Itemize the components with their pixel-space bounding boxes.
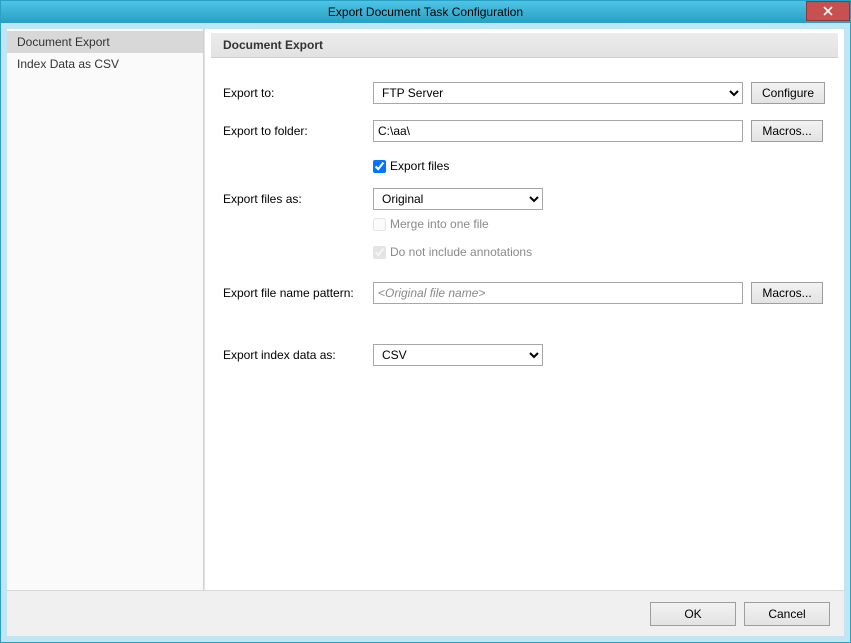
sidebar-item-label: Document Export bbox=[17, 35, 110, 49]
select-index-data[interactable]: CSV bbox=[373, 344, 543, 366]
row-pattern: Export file name pattern: Macros... bbox=[223, 282, 826, 304]
dialog-window: Export Document Task Configuration Docum… bbox=[0, 0, 851, 643]
sidebar-item-document-export[interactable]: Document Export bbox=[7, 31, 203, 53]
ok-button[interactable]: OK bbox=[650, 602, 736, 626]
sidebar: Document Export Index Data as CSV bbox=[7, 29, 204, 590]
label-annotations-checkbox: Do not include annotations bbox=[390, 245, 532, 259]
close-icon bbox=[823, 6, 833, 16]
cancel-button[interactable]: Cancel bbox=[744, 602, 830, 626]
sidebar-item-index-data-csv[interactable]: Index Data as CSV bbox=[7, 53, 203, 75]
sidebar-item-label: Index Data as CSV bbox=[17, 57, 119, 71]
form-area: Export to: FTP Server Configure Export t… bbox=[205, 58, 844, 590]
label-index-data: Export index data as: bbox=[223, 348, 373, 362]
titlebar: Export Document Task Configuration bbox=[1, 1, 850, 23]
select-export-to[interactable]: FTP Server bbox=[373, 82, 743, 104]
configure-button[interactable]: Configure bbox=[751, 82, 825, 104]
dialog-footer: OK Cancel bbox=[7, 590, 844, 636]
row-export-folder: Export to folder: Macros... bbox=[223, 120, 826, 142]
close-button[interactable] bbox=[806, 1, 850, 21]
row-merge: Merge into one file bbox=[223, 216, 826, 238]
body-area: Document Export Index Data as CSV Docume… bbox=[1, 23, 850, 642]
row-index-data: Export index data as: CSV bbox=[223, 344, 826, 366]
macros-pattern-button[interactable]: Macros... bbox=[751, 282, 823, 304]
main-panel: Document Export Export to: FTP Server Co… bbox=[204, 29, 844, 590]
label-export-files-as: Export files as: bbox=[223, 192, 373, 206]
checkbox-annotations bbox=[373, 246, 386, 259]
label-export-folder: Export to folder: bbox=[223, 124, 373, 138]
label-export-to: Export to: bbox=[223, 86, 373, 100]
section-header: Document Export bbox=[211, 33, 838, 58]
macros-folder-button[interactable]: Macros... bbox=[751, 120, 823, 142]
input-pattern[interactable] bbox=[373, 282, 743, 304]
label-pattern: Export file name pattern: bbox=[223, 286, 373, 300]
row-export-files-as: Export files as: Original bbox=[223, 188, 826, 210]
label-merge-checkbox: Merge into one file bbox=[390, 217, 489, 231]
content-area: Document Export Index Data as CSV Docume… bbox=[7, 29, 844, 590]
row-export-files-check: Export files bbox=[223, 158, 826, 180]
row-export-to: Export to: FTP Server Configure bbox=[223, 82, 826, 104]
select-export-files-as[interactable]: Original bbox=[373, 188, 543, 210]
checkbox-merge bbox=[373, 218, 386, 231]
window-title: Export Document Task Configuration bbox=[328, 5, 523, 19]
label-export-files-checkbox: Export files bbox=[390, 159, 449, 173]
row-annotations: Do not include annotations bbox=[223, 244, 826, 266]
input-export-folder[interactable] bbox=[373, 120, 743, 142]
checkbox-export-files[interactable] bbox=[373, 160, 386, 173]
